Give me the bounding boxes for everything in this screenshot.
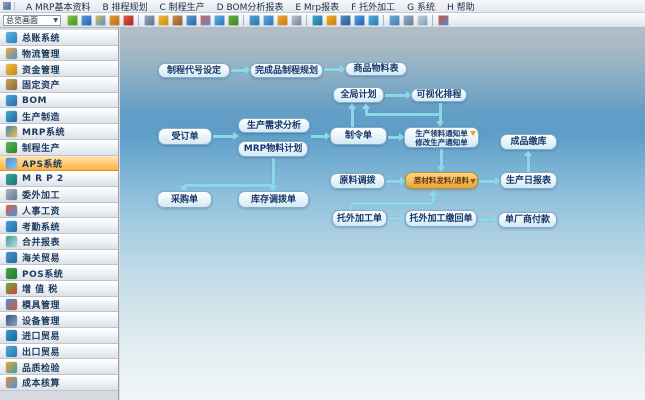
connector-segment — [432, 196, 435, 203]
flowchart-node-material-issue-return[interactable]: 原材料发料/退料 — [405, 172, 478, 189]
node-label: 可视化排程 — [416, 90, 461, 100]
node-label: 受订单 — [171, 132, 198, 142]
connector-segment — [527, 156, 530, 172]
flowchart-node-visual-scheduling[interactable]: 可视化排程 — [411, 88, 467, 102]
arrowhead-up — [429, 190, 437, 196]
arrowhead-up — [362, 103, 370, 109]
flowchart-node-inventory-transfer-order[interactable]: 库存调拨单 — [238, 191, 309, 208]
dropdown-marker-icon[interactable] — [470, 131, 476, 136]
node-label: 全局计划 — [340, 90, 376, 100]
flowchart-node-work-order[interactable]: 制令单 — [330, 127, 387, 145]
dropdown-marker-icon[interactable] — [470, 179, 476, 184]
flowchart-node-global-plan[interactable]: 全局计划 — [333, 87, 384, 103]
node-label: MRP物料计划 — [244, 144, 302, 154]
flowchart-node-production-daily-report[interactable]: 生产日报表 — [500, 172, 557, 189]
arrowhead-right — [233, 132, 239, 140]
flowchart: 制程代号设定 完成品制程规划 商品物料表全局计划 可视化排程受订单 生产需求分析 MRP物… — [0, 0, 645, 400]
node-label: 完成品制程规划 — [255, 66, 318, 76]
node-label: 托外加工单 — [337, 214, 382, 224]
connector-segment — [440, 149, 443, 166]
connector-segment — [272, 158, 275, 185]
connector-segment — [439, 103, 442, 121]
flowchart-node-sales-order[interactable]: 受订单 — [158, 128, 212, 145]
flowchart-node-material-transfer[interactable]: 原料调拨 — [330, 173, 385, 189]
connector-segment — [388, 217, 400, 220]
flowchart-node-outsourcing-return[interactable]: 托外加工缴回单 — [405, 210, 477, 227]
connector-segment — [213, 135, 233, 138]
node-label: 托外加工缴回单 — [409, 214, 472, 224]
application-window: A MRP基本资料B 排程规划C 制程生产D BOM分析报表E Mrp报表F 托… — [0, 0, 645, 400]
connector-segment — [478, 218, 493, 221]
connector-segment — [184, 184, 273, 187]
node-label: 成品缴库 — [510, 137, 546, 147]
connector-segment — [385, 94, 406, 97]
connector-segment — [350, 202, 433, 205]
flowchart-node-outsourcing-order[interactable]: 托外加工单 — [332, 210, 387, 227]
connector-segment — [351, 109, 354, 127]
flowchart-node-product-bom[interactable]: 商品物料表 — [345, 62, 407, 76]
arrowhead-up — [348, 103, 356, 109]
node-label: 原料调拨 — [339, 176, 375, 186]
connector-segment — [479, 180, 495, 183]
node-label: 修改生产通知单 — [415, 138, 468, 147]
node-label: 生产需求分析 — [247, 121, 301, 131]
node-label: 库存调拨单 — [251, 195, 296, 205]
connector-segment — [386, 180, 400, 183]
flowchart-node-purchase-order[interactable]: 采购单 — [157, 191, 212, 208]
flowchart-node-demand-analysis[interactable]: 生产需求分析 — [238, 118, 310, 133]
node-label: 生产领料通知单 — [415, 129, 468, 138]
node-label: 原材料发料/退料 — [414, 176, 469, 185]
connector-segment — [324, 68, 340, 71]
flowchart-node-material-notice[interactable]: 生产领料通知单修改生产通知单 — [404, 127, 479, 148]
flowchart-node-finished-goods-in[interactable]: 成品缴库 — [500, 134, 557, 150]
flowchart-node-vendor-payment[interactable]: 单厂商付款 — [498, 212, 557, 228]
flowchart-node-process-code-setup[interactable]: 制程代号设定 — [158, 63, 230, 78]
node-label: 制程代号设定 — [167, 66, 221, 76]
node-label: 生产日报表 — [506, 176, 551, 186]
connector-segment — [366, 113, 440, 116]
node-label: 采购单 — [171, 195, 198, 205]
node-label: 制令单 — [345, 131, 372, 141]
node-label: 商品物料表 — [353, 64, 398, 74]
connector-segment — [231, 69, 245, 72]
flowchart-node-mrp-material-plan[interactable]: MRP物料计划 — [238, 141, 308, 157]
node-label: 单厂商付款 — [505, 215, 550, 225]
connector-segment — [388, 136, 399, 139]
flowchart-node-finished-process-plan[interactable]: 完成品制程规划 — [250, 63, 323, 78]
connector-segment — [311, 135, 325, 138]
arrowhead-up — [524, 150, 532, 156]
